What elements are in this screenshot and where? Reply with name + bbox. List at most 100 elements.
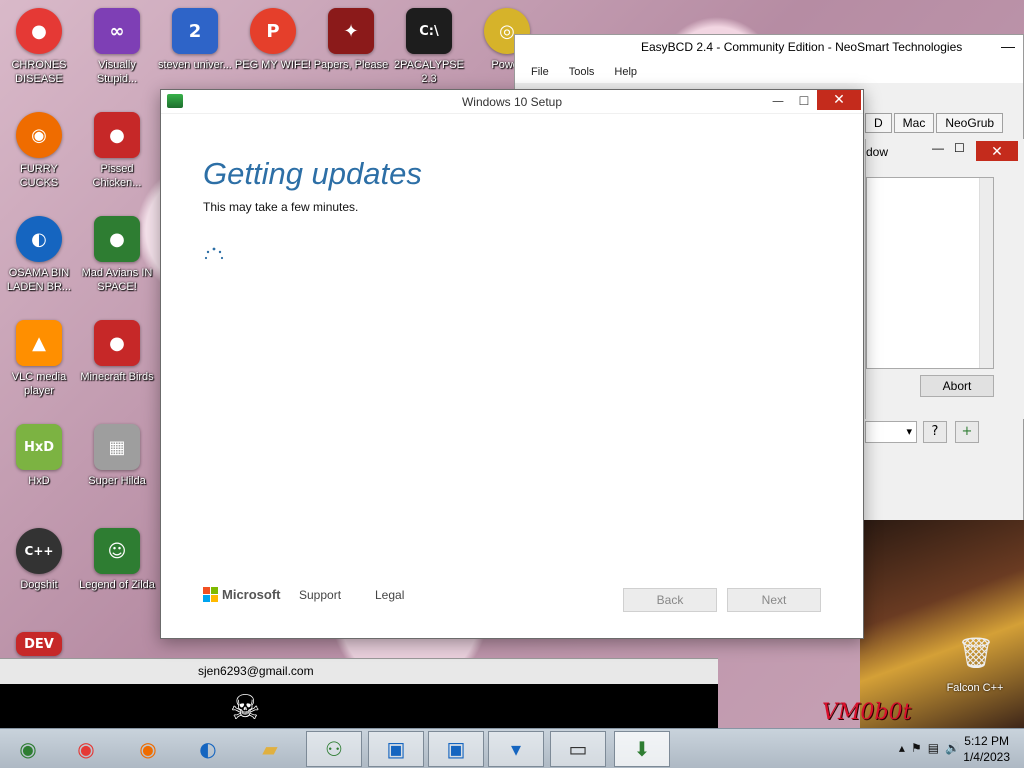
setup-titlebar[interactable]: Windows 10 Setup — ☐ ✕ — [161, 90, 863, 114]
chrome-icon: ◉ — [77, 737, 95, 761]
desktop-icon-label: Pissed Chicken... — [92, 163, 142, 189]
page-heading: Getting updates — [203, 156, 422, 191]
menu-file[interactable]: File — [531, 66, 549, 78]
taskbar-obama[interactable]: ◐ — [180, 731, 236, 767]
desktop-icon-visual-studio[interactable]: ∞ Visually Stupid... — [78, 8, 156, 86]
taskbar-firefox[interactable]: ◉ — [120, 731, 176, 767]
desktop-icon-osama[interactable]: ◐ OSAMA BIN LADEN BR... — [0, 216, 78, 294]
tab-mac[interactable]: Mac — [893, 113, 935, 133]
setup-icon: ⬇ — [633, 737, 651, 761]
desktop-icon-label: Mad Avians IN SPACE! — [81, 267, 153, 293]
visual-studio-icon: ∞ — [94, 8, 140, 54]
desktop-icon-label: Visually Stupid... — [96, 59, 138, 85]
taskbar-network-users[interactable]: ⚇ — [306, 731, 362, 767]
remote-desktop-icon: ▣ — [386, 737, 406, 761]
desktop-icon-label: Dogshit — [20, 579, 58, 591]
add-icon[interactable]: + — [955, 421, 979, 443]
desktop-icon-dev[interactable]: DEV — [0, 632, 78, 660]
desktop-icon-super-hilda[interactable]: ▦ Super Hilda — [78, 424, 156, 488]
flag-icon[interactable]: ⚑ — [911, 741, 922, 755]
output-listbox[interactable] — [866, 177, 994, 369]
firefox-icon: ◉ — [16, 112, 62, 158]
desktop-icon-minecraft-birds[interactable]: ● Minecraft Birds — [78, 320, 156, 384]
taskbar-chrome-launcher[interactable]: ◉ — [0, 731, 56, 767]
email-text: sjen6293@gmail.com — [198, 664, 314, 678]
volume-icon[interactable]: 🔊 — [945, 741, 960, 755]
desktop-icon-furry-cucks[interactable]: ◉ FURRY CUCKS — [0, 112, 78, 190]
angry-birds-space-icon: ● — [94, 216, 140, 262]
setup-window[interactable]: Windows 10 Setup — ☐ ✕ Getting updates T… — [160, 89, 864, 639]
pixel-art-icon: ▦ — [94, 424, 140, 470]
taskbar-computer[interactable]: ▭ — [550, 731, 606, 767]
chrome-launcher-icon: ◉ — [19, 737, 37, 761]
scrollbar[interactable] — [979, 178, 993, 368]
cpp-icon: C++ — [16, 528, 62, 574]
steven-universe-icon: 2 — [172, 8, 218, 54]
desktop-icon-label: VLC media player — [11, 371, 67, 397]
dev-icon: DEV — [16, 632, 62, 656]
easybcd-title: EasyBCD 2.4 - Community Edition - NeoSma… — [641, 40, 963, 54]
support-link[interactable]: Support — [299, 588, 341, 602]
taskbar-recycle[interactable]: ▾ — [488, 731, 544, 767]
obama-logo-icon: ◐ — [199, 737, 217, 761]
desktop-icon-label: OSAMA BIN LADEN BR... — [6, 267, 72, 293]
desktop-icon-label: 2PACALYPSE 2.3 — [394, 59, 464, 85]
desktop-icon-label: HxD — [28, 475, 50, 487]
easybcd-titlebar[interactable]: EasyBCD 2.4 - Community Edition - NeoSma… — [515, 35, 1023, 61]
clock[interactable]: 5:12 PM 1/4/2023 — [963, 733, 1010, 765]
help-icon[interactable]: ? — [923, 421, 947, 443]
taskbar-setup[interactable]: ⬇ — [614, 731, 670, 767]
taskbar-remote-desktop-2[interactable]: ▣ — [428, 731, 484, 767]
minimize-icon[interactable]: — ☐ — [932, 141, 965, 155]
desktop-icon-mad-avians[interactable]: ● Mad Avians IN SPACE! — [78, 216, 156, 294]
recycle-bin-icon: ▾ — [510, 737, 522, 761]
easybcd-tabs: D Mac NeoGrub — [865, 113, 1004, 133]
tab-d[interactable]: D — [865, 113, 892, 133]
desktop-icon-steven-universe[interactable]: 2 steven univer... — [156, 8, 234, 72]
peggle-icon: P — [250, 8, 296, 54]
close-icon[interactable]: ✕ — [976, 141, 1018, 161]
command-prompt-icon: C:\ — [406, 8, 452, 54]
close-icon[interactable]: ✕ — [817, 90, 861, 110]
desktop-icon-recycle-bin[interactable]: 🗑 Falcon C++ — [940, 634, 1010, 695]
clock-date: 1/4/2023 — [963, 750, 1010, 764]
desktop-icon-label: steven univer... — [158, 59, 232, 71]
legal-link[interactable]: Legal — [375, 588, 404, 602]
easybcd-menubar: File Tools Help — [515, 61, 1023, 83]
minimize-icon[interactable]: — — [1001, 38, 1015, 54]
desktop-icon-dogshit[interactable]: C++ Dogshit — [0, 528, 78, 592]
desktop-icon-2pacalypse[interactable]: C:\ 2PACALYPSE 2.3 — [390, 8, 468, 86]
firefox-icon: ◉ — [139, 737, 157, 761]
email-bar: sjen6293@gmail.com — [0, 658, 718, 684]
show-hidden-icons-icon[interactable]: ▴ — [899, 741, 905, 755]
hxd-icon: HxD — [16, 424, 62, 470]
inner-titlebar: dow — ☐ ✕ — [866, 139, 1024, 165]
taskbar-remote-desktop-1[interactable]: ▣ — [368, 731, 424, 767]
next-button[interactable]: Next — [727, 588, 821, 612]
desktop-icon-chrones-disease[interactable]: ● CHRONES DISEASE — [0, 8, 78, 86]
skull-icon: ☠ — [230, 688, 261, 728]
papers-please-icon: ✦ — [328, 8, 374, 54]
back-button[interactable]: Back — [623, 588, 717, 612]
desktop-icon-label: CHRONES DISEASE — [11, 59, 67, 85]
taskbar-folder[interactable]: ▰ — [242, 731, 298, 767]
abort-button[interactable]: Abort — [920, 375, 994, 397]
desktop-icon-pissed-chicken[interactable]: ● Pissed Chicken... — [78, 112, 156, 190]
menu-help[interactable]: Help — [614, 66, 637, 78]
tab-neogrub[interactable]: NeoGrub — [936, 113, 1004, 133]
desktop-icon-hxd[interactable]: HxD HxD — [0, 424, 78, 488]
loading-spinner-icon — [204, 247, 224, 260]
dropdown-select[interactable]: ▾ — [865, 421, 917, 443]
desktop-icon-legend-of-zilda[interactable]: ☺ Legend of Zilda — [78, 528, 156, 592]
menu-tools[interactable]: Tools — [569, 66, 595, 78]
desktop-icon-vlc[interactable]: ▲ VLC media player — [0, 320, 78, 398]
maximize-icon[interactable]: ☐ — [789, 90, 819, 112]
desktop-icon-peg-my-wife[interactable]: P PEG MY WIFE! — [234, 8, 312, 72]
taskbar-chrome[interactable]: ◉ — [58, 731, 114, 767]
wallpaper-photo — [860, 520, 1024, 730]
desktop-icon-papers-please[interactable]: ✦ Papers, Please — [312, 8, 390, 72]
microsoft-logo: Microsoft — [203, 587, 281, 602]
network-icon[interactable]: ▤ — [928, 741, 939, 755]
overlay-text: VM0b0t — [822, 700, 912, 725]
microsoft-brand-text: Microsoft — [222, 587, 281, 602]
